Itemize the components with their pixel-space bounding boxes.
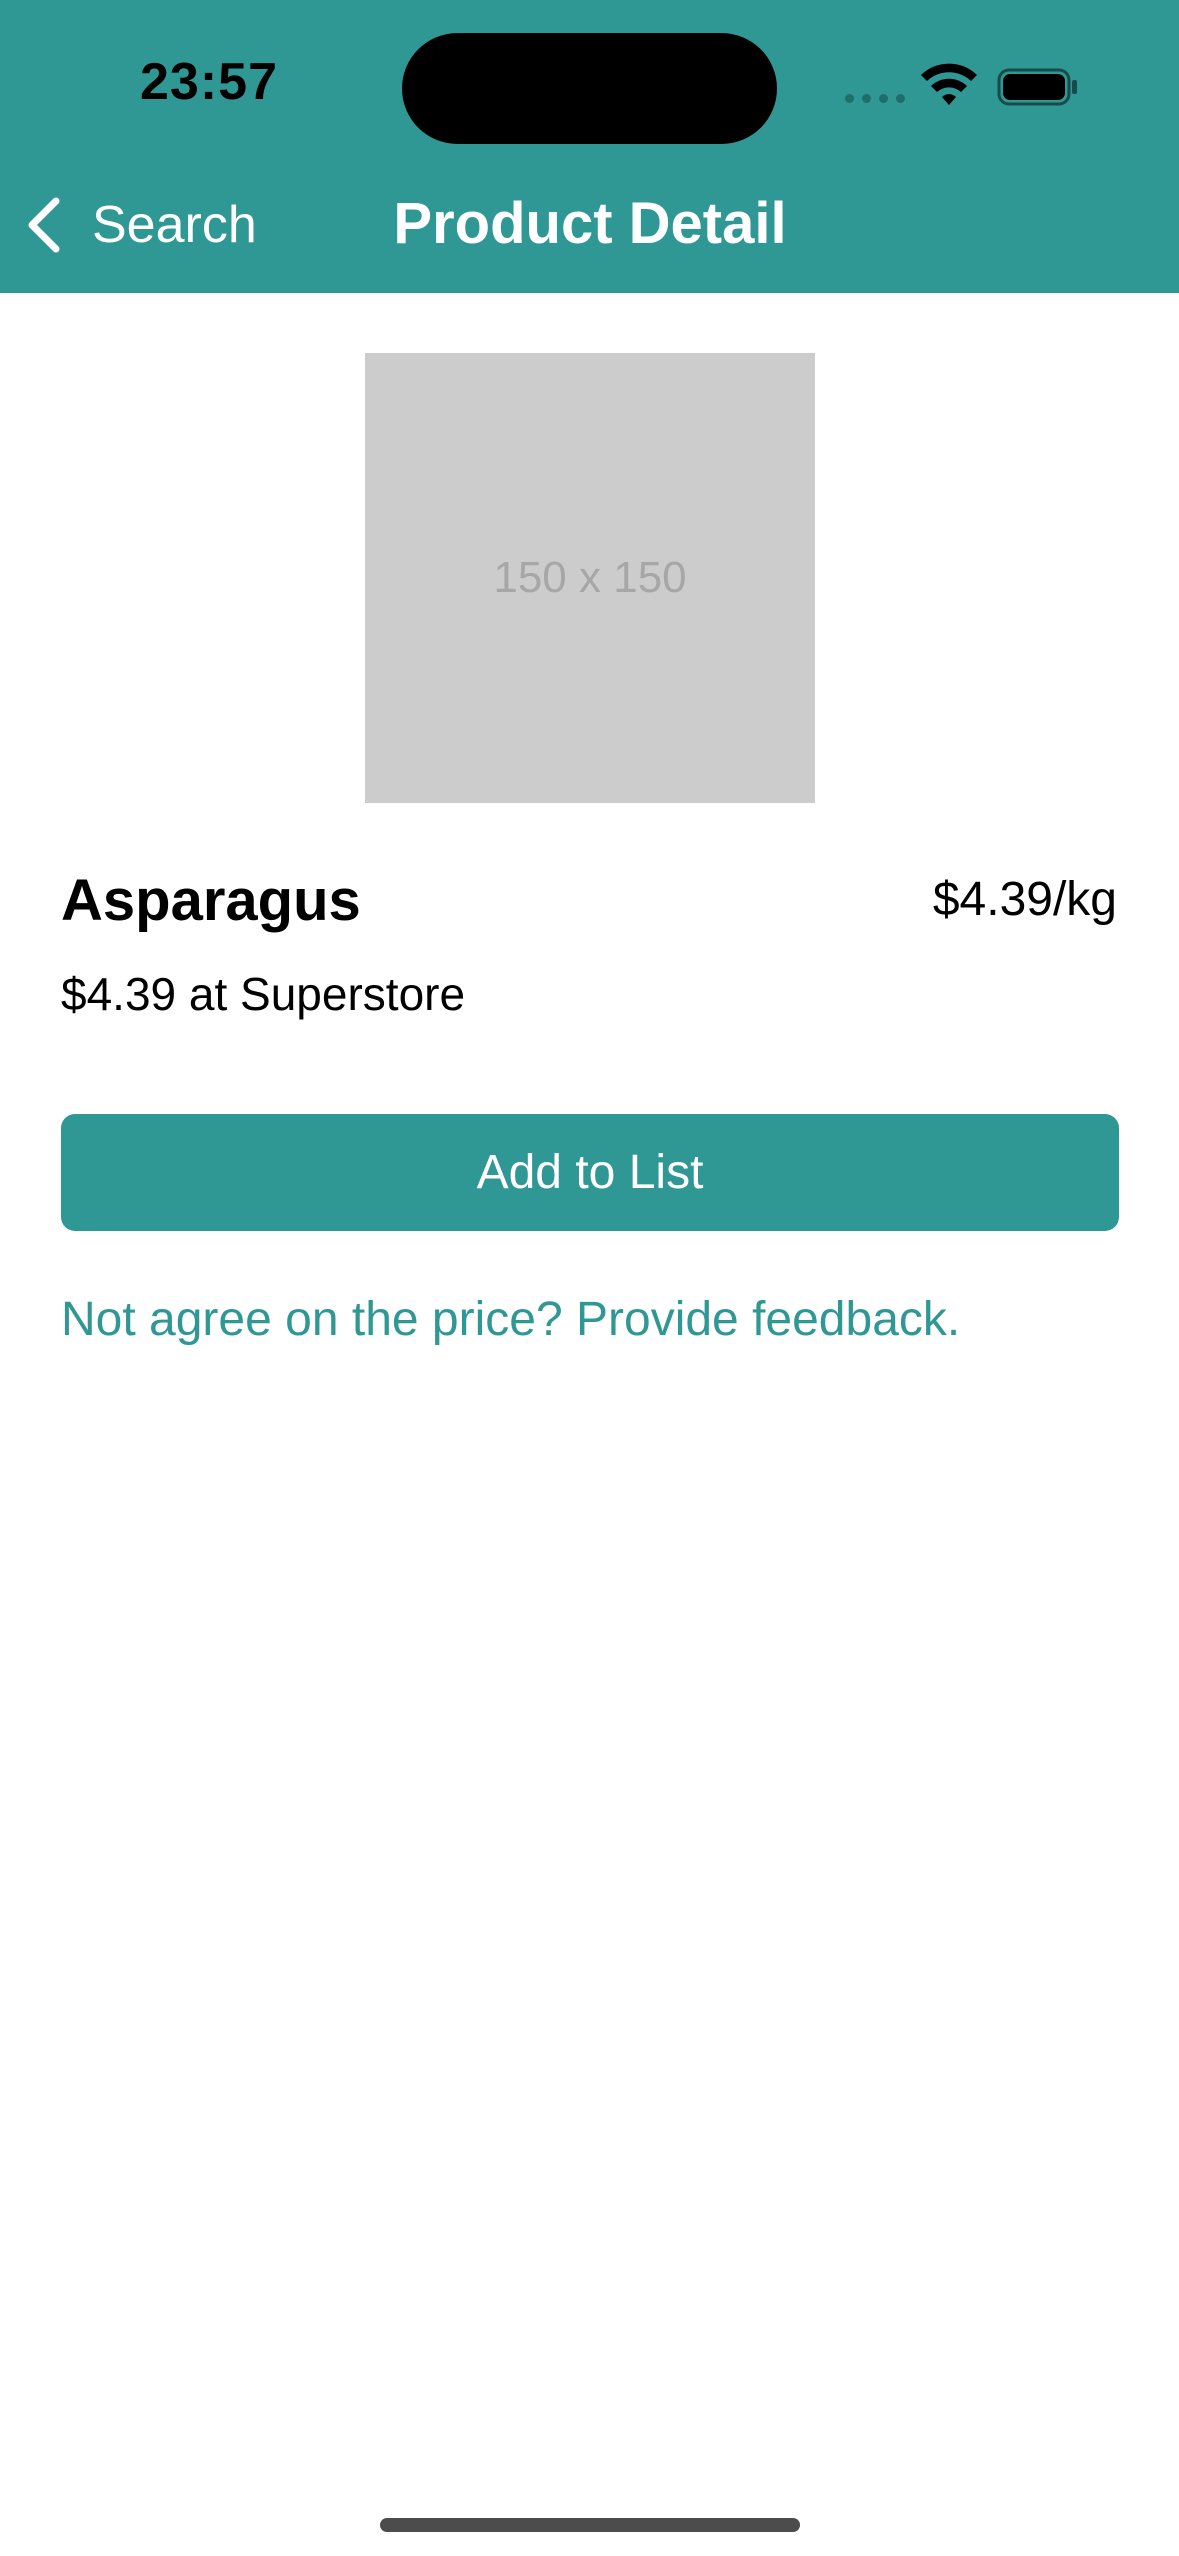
wifi-icon — [921, 63, 977, 105]
back-label: Search — [92, 196, 257, 254]
add-to-list-button[interactable]: Add to List — [61, 1114, 1119, 1231]
app-screen: 23:57 Search Product Detail 150 x 150 As… — [0, 0, 1179, 2556]
battery-icon — [997, 68, 1077, 106]
store-price: $4.39 at Superstore — [61, 968, 466, 1020]
feedback-link[interactable]: Not agree on the price? Provide feedback… — [61, 1288, 960, 1352]
signal-dots-icon — [845, 94, 907, 104]
unit-price: $4.39/kg — [932, 873, 1117, 926]
image-placeholder-label: 150 x 150 — [493, 553, 687, 602]
chevron-left-icon — [28, 197, 60, 253]
dynamic-island — [402, 33, 777, 144]
product-name: Asparagus — [61, 868, 361, 933]
home-indicator[interactable] — [380, 2518, 800, 2532]
page-title: Product Detail — [393, 191, 787, 256]
product-image: 150 x 150 — [365, 353, 815, 803]
header: 23:57 Search Product Detail — [0, 0, 1179, 293]
back-button[interactable]: Search — [22, 190, 262, 260]
status-time: 23:57 — [140, 53, 278, 111]
